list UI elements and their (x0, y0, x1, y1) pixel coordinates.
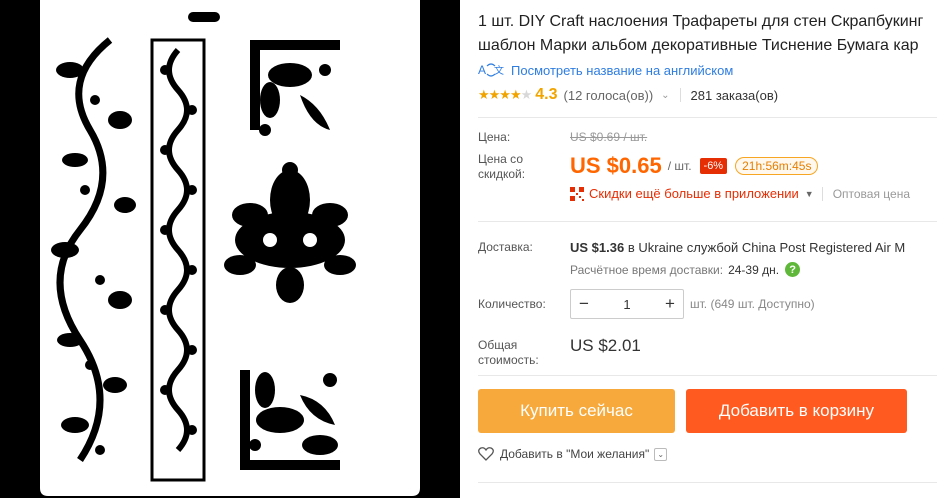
heart-icon (478, 447, 494, 461)
estimate-label: Расчётное время доставки: (570, 262, 724, 277)
caret-down-icon[interactable]: ▼ (805, 189, 814, 199)
rating-value: 4.3 (535, 86, 558, 103)
discount-price-label: Цена со скидкой: (478, 152, 526, 181)
product-title-line-1: 1 шт. DIY Craft наслоения Трафареты для … (478, 13, 924, 30)
help-icon[interactable]: ? (785, 262, 801, 277)
product-title-line-2: шаблон Марки альбом декоративные Тиснени… (478, 37, 919, 54)
product-image[interactable] (0, 0, 460, 498)
divider (478, 375, 937, 376)
countdown-timer: 21h:56m:45s (735, 157, 819, 175)
original-price: US $0.69 / шт. (570, 130, 648, 144)
current-price: US $0.65 (570, 153, 662, 178)
product-title: 1 шт. DIY Craft наслоения Трафареты для … (478, 10, 937, 58)
empty-star: ★ (520, 87, 533, 102)
divider (478, 482, 937, 483)
quantity-availability: шт. (649 шт. Доступно) (690, 297, 815, 311)
svg-text:文: 文 (494, 64, 504, 77)
qr-code-icon (570, 186, 584, 201)
quantity-label: Количество: (478, 297, 546, 311)
product-info-panel: 1 шт. DIY Craft наслоения Трафареты для … (478, 0, 937, 498)
add-to-cart-button[interactable]: Добавить в корзину (686, 389, 907, 433)
quantity-decrease-button[interactable]: − (571, 290, 597, 318)
discount-badge: -6% (699, 158, 728, 174)
app-discount-text[interactable]: Скидки ещё больше в приложении (589, 186, 799, 201)
app-discount-row[interactable]: Скидки ещё больше в приложении ▼ Оптовая… (570, 186, 910, 201)
price-label: Цена: (478, 130, 511, 144)
buy-now-button[interactable]: Купить сейчас (478, 389, 675, 433)
total-label: Общая стоимость: (478, 338, 539, 367)
shipping-service[interactable]: China Post Registered Air M (742, 240, 905, 255)
rating-stars: ★★★★★ (478, 87, 533, 103)
filled-stars: ★★★★ (478, 87, 522, 102)
shipping-by: службой (686, 240, 739, 255)
stencil-illustration (0, 0, 460, 498)
translate-link-text[interactable]: Посмотреть название на английском (511, 63, 733, 78)
bulk-price-link[interactable]: Оптовая цена (833, 187, 910, 201)
shipping-label: Доставка: (478, 240, 533, 254)
quantity-stepper[interactable]: − 1 + (570, 289, 684, 319)
divider (478, 117, 937, 118)
wishlist-row[interactable]: Добавить в "Мои желания" ⌄ (478, 447, 668, 461)
total-price: US $2.01 (570, 336, 641, 355)
shipping-cost: US $1.36 (570, 240, 625, 255)
wishlist-text[interactable]: Добавить в "Мои желания" (500, 447, 649, 461)
shipping-in: в (627, 240, 635, 255)
delivery-estimate: Расчётное время доставки: 24-39 дн. ? (570, 262, 801, 277)
estimate-days: 24-39 дн. (728, 262, 780, 277)
divider (821, 186, 823, 201)
chevron-down-icon[interactable]: ⌄ (661, 90, 669, 101)
divider (478, 221, 937, 222)
svg-text:A: A (478, 63, 486, 77)
current-price-row: US $0.65 / шт. -6% 21h:56m:45s (570, 153, 819, 179)
price-unit: / шт. (667, 159, 692, 173)
translate-icon: A 文 (478, 62, 504, 78)
quantity-input[interactable]: 1 (597, 297, 657, 312)
shipping-country[interactable]: Ukraine (638, 240, 683, 255)
rating-row: ★★★★★ 4.3 (12 голоса(ов)) ⌄ 281 заказа(о… (478, 86, 778, 104)
divider (679, 88, 681, 102)
translate-title-link[interactable]: A 文 Посмотреть название на английском (478, 62, 733, 78)
orders-count: 281 заказа(ов) (690, 87, 779, 103)
shipping-info[interactable]: US $1.36 в Ukraine службой China Post Re… (570, 240, 905, 255)
chevron-down-icon[interactable]: ⌄ (654, 447, 668, 461)
quantity-increase-button[interactable]: + (657, 290, 683, 318)
rating-votes[interactable]: (12 голоса(ов)) (564, 88, 654, 103)
